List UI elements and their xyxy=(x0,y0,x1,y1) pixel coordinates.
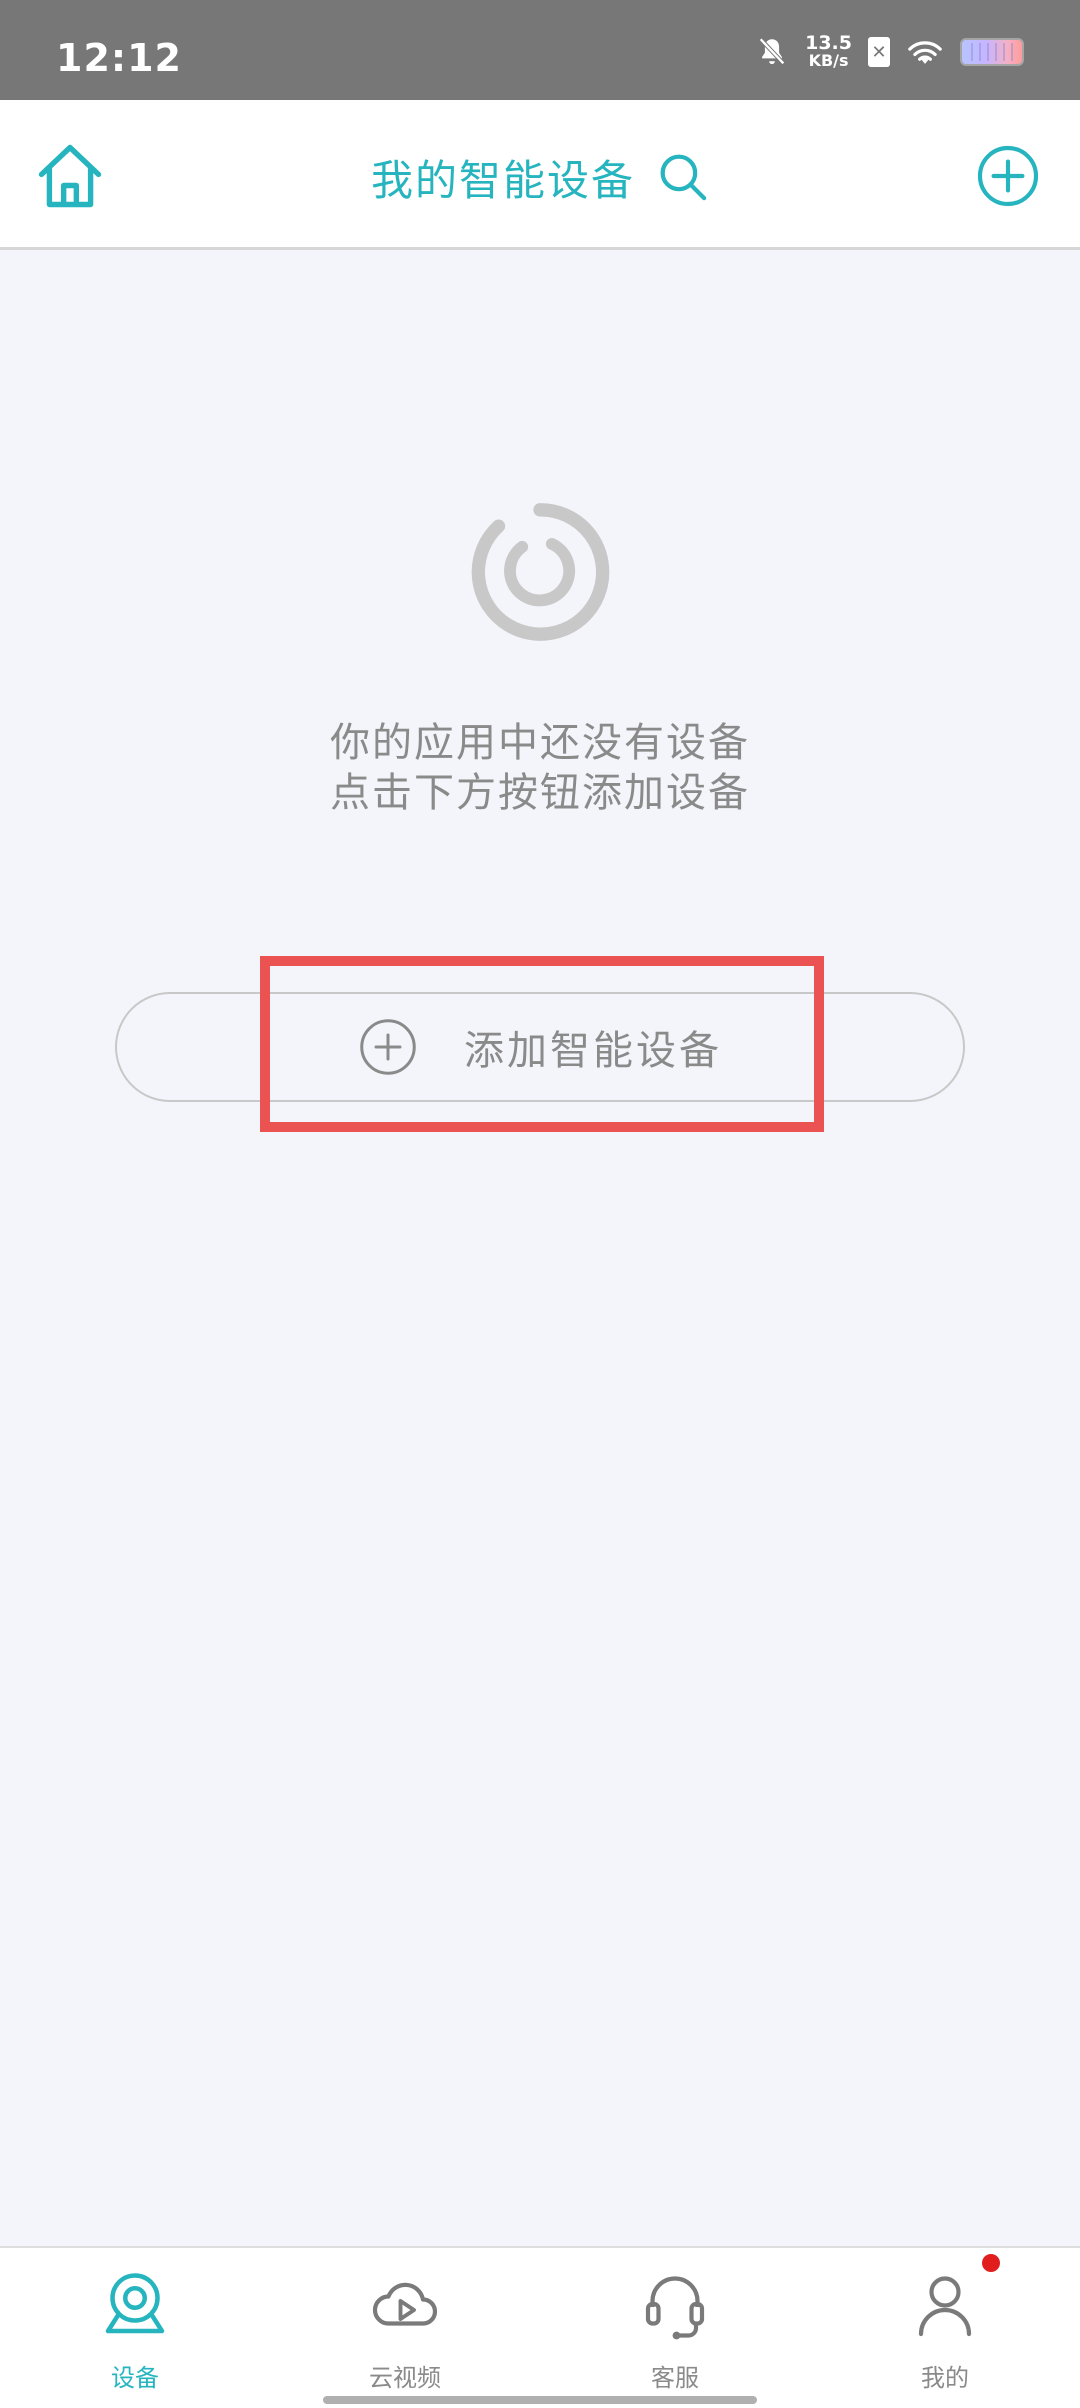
headset-icon xyxy=(645,2276,705,2340)
network-speed-value: 13.5 xyxy=(805,32,852,54)
add-device-plus-icon[interactable] xyxy=(976,144,1040,208)
nav-item-cloud-video[interactable]: 云视频 xyxy=(305,2268,505,2398)
bottom-navigation: 设备 云视频 客服 我的 xyxy=(0,2246,1080,2408)
nav-label-devices: 设备 xyxy=(111,2364,159,2392)
nav-label-cloud-video: 云视频 xyxy=(369,2364,441,2392)
empty-message-line2: 点击下方按钮添加设备 xyxy=(330,770,750,816)
cloud-play-icon xyxy=(372,2282,438,2326)
wifi-icon xyxy=(908,41,942,64)
status-icons: 13.5 KB/s ✕ xyxy=(755,32,1024,72)
person-icon xyxy=(918,2276,972,2337)
nav-label-customer-service: 客服 xyxy=(651,2364,699,2392)
status-bar: 12:12 13.5 KB/s ✕ xyxy=(0,0,1080,100)
notification-dot xyxy=(982,2254,1000,2272)
camera-icon xyxy=(105,2273,165,2334)
network-speed: 13.5 KB/s xyxy=(805,34,852,70)
nav-label-mine: 我的 xyxy=(921,2364,969,2392)
app-header: 我的智能设备 xyxy=(0,100,1080,250)
page-title: 我的智能设备 xyxy=(370,155,635,205)
bell-muted-icon xyxy=(759,37,785,65)
status-time: 12:12 xyxy=(56,36,182,80)
network-speed-unit: KB/s xyxy=(808,51,849,70)
battery-icon xyxy=(960,38,1024,66)
nav-item-customer-service[interactable]: 客服 xyxy=(575,2268,775,2398)
search-icon[interactable] xyxy=(657,151,709,203)
home-indicator[interactable] xyxy=(323,2396,757,2404)
title-group: 我的智能设备 xyxy=(0,142,1080,212)
nav-item-devices[interactable]: 设备 xyxy=(35,2268,235,2398)
nav-item-mine[interactable]: 我的 xyxy=(845,2268,1045,2398)
empty-message-line1: 你的应用中还没有设备 xyxy=(330,720,750,766)
sim-disabled-icon: ✕ xyxy=(868,37,890,67)
empty-device-icon xyxy=(471,503,610,641)
highlight-annotation-box xyxy=(260,956,824,1132)
